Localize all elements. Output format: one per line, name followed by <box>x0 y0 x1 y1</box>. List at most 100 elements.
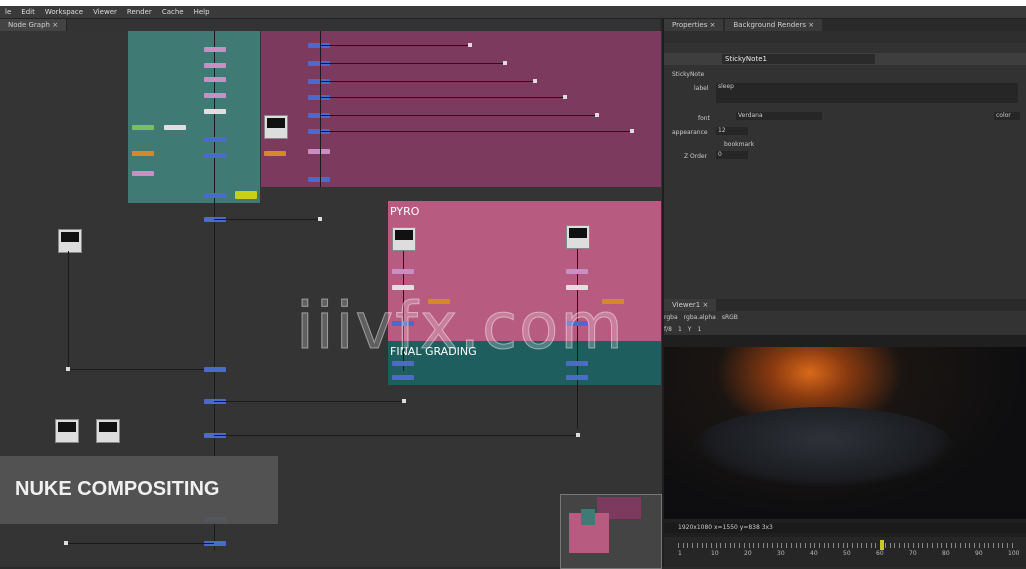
fstop-field[interactable]: f/8 <box>664 326 672 333</box>
colorspace-select[interactable]: sRGB <box>722 314 738 321</box>
node-teal-2[interactable] <box>204 63 226 68</box>
dot-main-1[interactable] <box>318 217 322 221</box>
read-node-3[interactable] <box>55 419 79 443</box>
menu-cache[interactable]: Cache <box>162 8 184 16</box>
read-pyro-2[interactable] <box>566 225 590 249</box>
timeline-tick <box>823 543 825 548</box>
timeline-tick <box>753 543 755 548</box>
dot-left-1[interactable] <box>66 367 70 371</box>
dot-main-2[interactable] <box>402 399 406 403</box>
properties-toolbar <box>664 31 1026 43</box>
tab-properties[interactable]: Properties × <box>664 19 724 31</box>
timeline-tick <box>833 543 835 548</box>
viewer-toolbar-2: f/8 1 Y 1 <box>664 323 1026 335</box>
dot-mag-6[interactable] <box>630 129 634 133</box>
node-main-2[interactable] <box>204 367 226 372</box>
node-teal-7[interactable] <box>204 153 226 158</box>
menu-edit[interactable]: Edit <box>21 8 35 16</box>
tab-viewer[interactable]: Viewer1 × <box>664 299 717 311</box>
read-pyro-1-thumb <box>395 230 413 240</box>
node-graph-tabbar: Node Graph × <box>0 19 660 31</box>
dot-mag-4[interactable] <box>563 95 567 99</box>
menu-render[interactable]: Render <box>127 8 152 16</box>
timeline-playhead[interactable] <box>880 540 884 550</box>
spaceship-image <box>694 407 954 487</box>
node-teal-11[interactable] <box>132 171 154 176</box>
node-teal-1[interactable] <box>204 47 226 52</box>
read-node-1-thumb <box>267 118 285 128</box>
dot-mag-3[interactable] <box>533 79 537 83</box>
read-node-4[interactable] <box>96 419 120 443</box>
viewer-tab-label: Viewer1 <box>672 301 701 309</box>
node-mag-8[interactable] <box>308 177 330 182</box>
node-teal-3[interactable] <box>204 77 226 82</box>
dot-mag-2[interactable] <box>503 61 507 65</box>
node-grade-4[interactable] <box>566 375 588 380</box>
alpha-select[interactable]: rgba.alpha <box>684 314 716 321</box>
timeline-tick <box>734 543 736 548</box>
node-name-field[interactable]: StickyNote1 <box>722 54 875 64</box>
node-teal-10[interactable] <box>132 151 154 156</box>
node-teal-4[interactable] <box>204 93 226 98</box>
node-teal-13[interactable] <box>235 191 257 199</box>
menu-workspace[interactable]: Workspace <box>45 8 83 16</box>
node-teal-6[interactable] <box>204 137 226 142</box>
tab-properties-label: Properties <box>672 21 708 29</box>
viewer-panel: Viewer1 × rgba rgba.alpha sRGB f/8 1 Y 1… <box>662 299 1026 567</box>
node-teal-8[interactable] <box>132 125 154 130</box>
wire-left-1 <box>68 251 69 369</box>
dot-main-3[interactable] <box>576 433 580 437</box>
gamma-label[interactable]: Y <box>688 326 692 333</box>
node-teal-5[interactable] <box>204 109 226 114</box>
node-pyro-5[interactable] <box>566 269 588 274</box>
timeline-tick <box>889 543 891 548</box>
dot-mag-5[interactable] <box>595 113 599 117</box>
read-node-2[interactable] <box>58 229 82 253</box>
gain-field[interactable]: 1 <box>678 326 682 333</box>
menu-viewer[interactable]: Viewer <box>93 8 117 16</box>
timeline-tick <box>908 543 910 548</box>
banner-title: NUKE COMPOSITING <box>15 478 220 500</box>
backdrop-teal[interactable] <box>128 31 260 203</box>
wire-mag-h2 <box>320 63 505 64</box>
color-button[interactable]: color <box>994 112 1020 120</box>
timeline-tick <box>795 543 797 548</box>
timeline-tick <box>720 543 722 548</box>
tab-node-graph[interactable]: Node Graph × <box>0 19 68 31</box>
backdrop-magenta[interactable] <box>261 31 661 187</box>
font-key: font <box>698 115 710 122</box>
viewer-image[interactable] <box>664 347 1026 519</box>
timeline-tick <box>790 543 792 548</box>
timeline-tick <box>687 543 689 548</box>
read-pyro-1[interactable] <box>392 227 416 251</box>
read-node-1[interactable] <box>264 115 288 139</box>
channel-select[interactable]: rgba <box>664 314 678 321</box>
timeline-tick <box>997 543 999 548</box>
dot-main-4[interactable] <box>64 541 68 545</box>
timeline-frame-label: 20 <box>744 550 752 557</box>
bookmark-checkbox[interactable]: bookmark <box>724 141 754 148</box>
timeline-tick <box>715 543 717 548</box>
wire-main-h4 <box>66 543 214 544</box>
label-input[interactable]: sleep <box>716 83 1018 103</box>
node-pyro-1[interactable] <box>392 269 414 274</box>
timeline-frame-label: 90 <box>975 550 983 557</box>
dot-mag-1[interactable] <box>468 43 472 47</box>
tab-background-renders[interactable]: Background Renders × <box>725 19 823 31</box>
node-mag-9[interactable] <box>264 151 286 156</box>
node-graph-minimap[interactable] <box>560 494 662 569</box>
menu-help[interactable]: Help <box>194 8 210 16</box>
zorder-input[interactable]: 0 <box>716 151 748 159</box>
gamma-field[interactable]: 1 <box>697 326 701 333</box>
node-teal-9[interactable] <box>164 125 186 130</box>
node-mag-7[interactable] <box>308 149 330 154</box>
timeline[interactable]: 1 10 20 30 40 50 60 70 80 90 100 <box>664 537 1026 567</box>
watermark: iiivfx.com <box>296 290 625 365</box>
appearance-input[interactable]: 12 <box>716 127 748 135</box>
font-select[interactable]: Verdana <box>736 112 822 120</box>
timeline-tick <box>960 543 961 548</box>
node-teal-12[interactable] <box>204 193 226 198</box>
properties-tabbar: Properties × Background Renders × <box>664 19 1026 31</box>
menu-file[interactable]: le <box>5 8 11 16</box>
node-grade-2[interactable] <box>392 375 414 380</box>
